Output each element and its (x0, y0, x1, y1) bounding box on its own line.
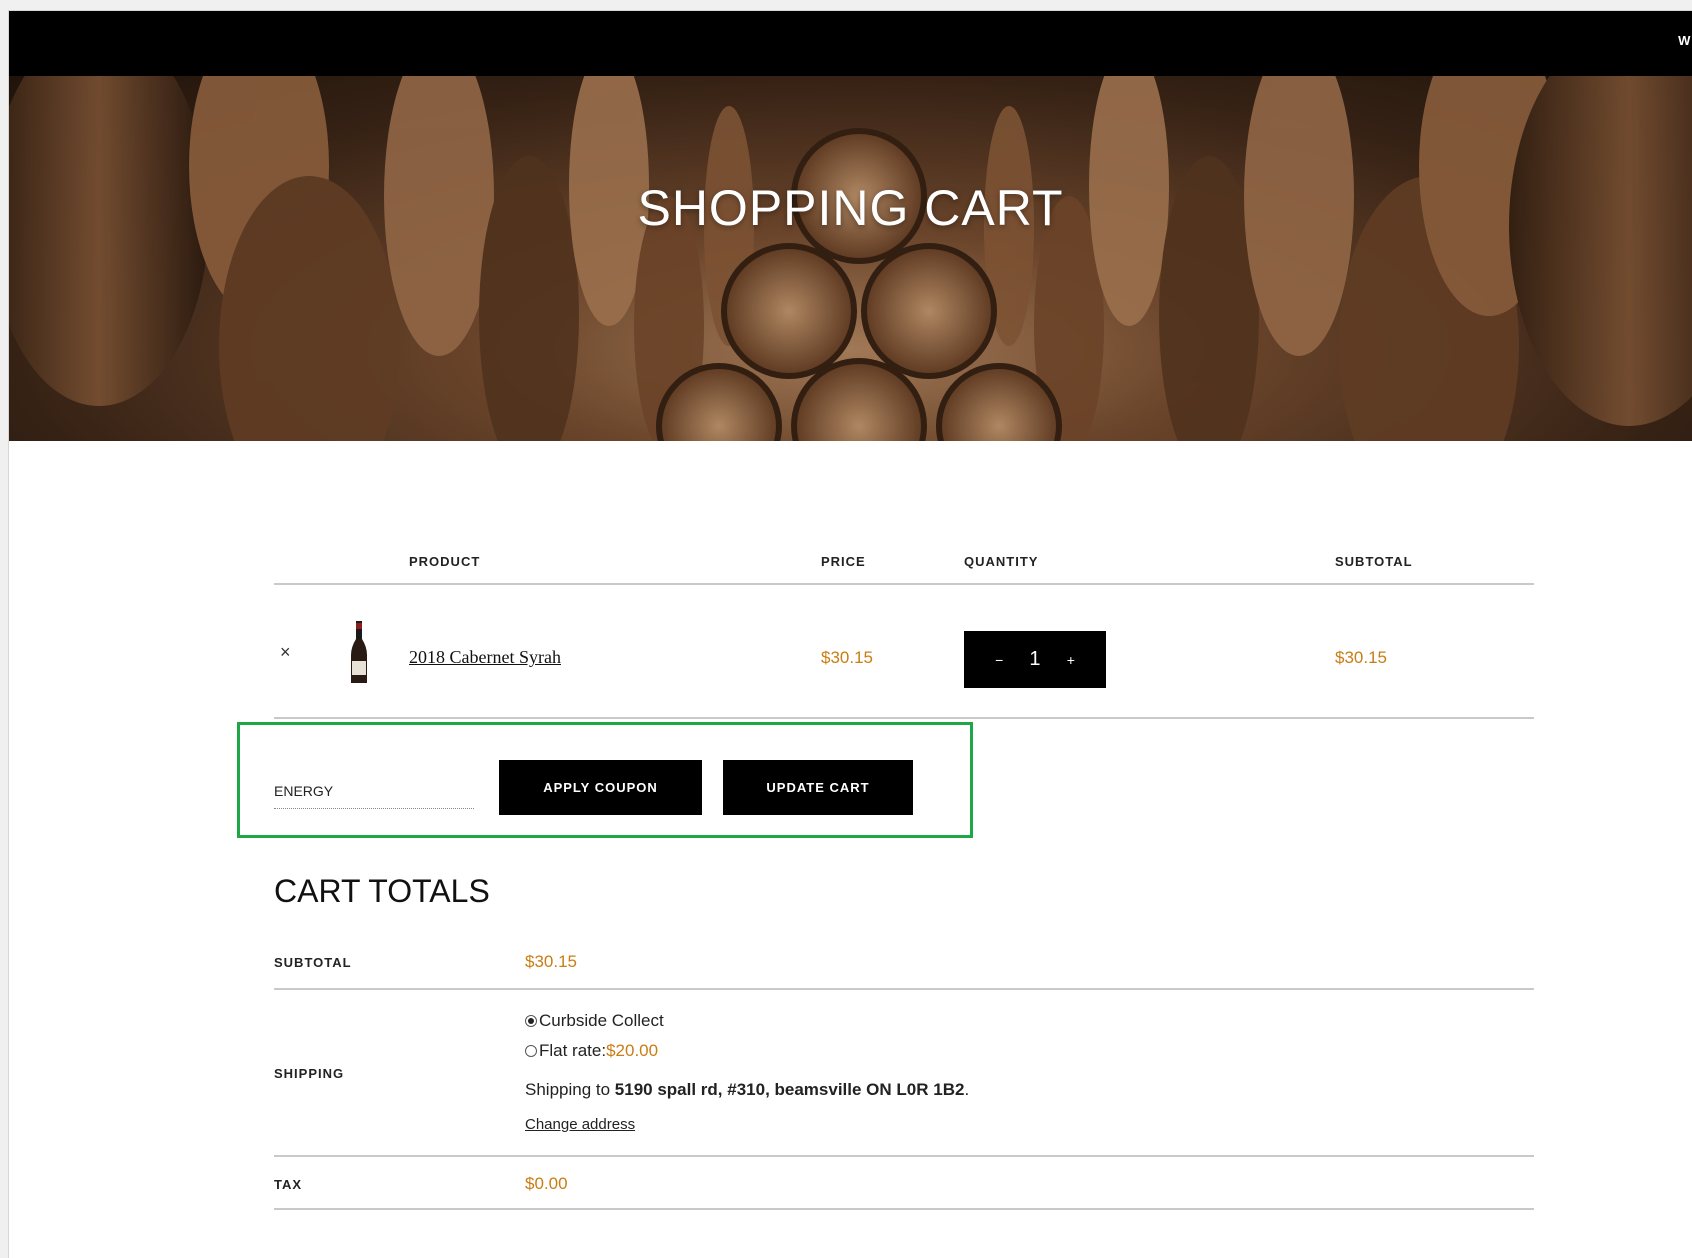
totals-subtotal-value: $30.15 (525, 952, 577, 971)
quantity-stepper: − 1 + (964, 631, 1106, 688)
shipping-option-flat-rate[interactable]: Flat rate: $20.00 (525, 1041, 658, 1061)
column-header-price: PRICE (821, 554, 866, 569)
shipping-to-prefix: Shipping to (525, 1080, 615, 1099)
tax-value: $0.00 (525, 1174, 568, 1193)
quantity-decrease-button[interactable]: − (995, 652, 1003, 668)
change-address-link[interactable]: Change address (525, 1116, 635, 1133)
subtotal-divider (274, 988, 1534, 990)
tax-divider (274, 1208, 1534, 1210)
shipping-option-curbside-label: Curbside Collect (539, 1011, 664, 1030)
top-bar: WI (9, 11, 1692, 76)
quantity-increase-button[interactable]: + (1067, 652, 1075, 668)
hero-banner: SHOPPING CART (9, 76, 1692, 441)
header-divider (274, 583, 1534, 585)
radio-selected-icon[interactable] (525, 1015, 537, 1027)
remove-item-icon[interactable]: × (280, 642, 291, 663)
shipping-option-curbside[interactable]: Curbside Collect (525, 1011, 664, 1031)
wine-bottle-thumbnail (351, 621, 367, 683)
product-name-link[interactable]: 2018 Cabernet Syrah (409, 647, 561, 668)
quantity-value[interactable]: 1 (1029, 648, 1040, 671)
shipping-option-flat-rate-label: Flat rate: (539, 1041, 607, 1060)
page-frame: WI (8, 10, 1692, 1258)
flat-rate-price: $20.00 (606, 1041, 659, 1060)
column-header-subtotal: SUBTOTAL (1335, 554, 1413, 569)
cart-totals-heading: CART TOTALS (274, 873, 490, 909)
radio-unselected-icon[interactable] (525, 1045, 537, 1057)
coupon-code-input[interactable] (274, 773, 474, 809)
column-header-product: PRODUCT (409, 554, 481, 569)
shipping-destination: Shipping to 5190 spall rd, #310, beamsvi… (525, 1080, 969, 1100)
shipping-divider (274, 1155, 1534, 1157)
apply-coupon-button[interactable]: APPLY COUPON (499, 760, 702, 815)
shipping-to-suffix: . (964, 1080, 970, 1099)
update-cart-button[interactable]: UPDATE CART (723, 760, 913, 815)
barrels-background (9, 76, 1692, 441)
item-price: $30.15 (821, 648, 873, 667)
shipping-address: 5190 spall rd, #310, beamsville ON L0R 1… (614, 1080, 965, 1099)
shipping-label: SHIPPING (274, 1066, 345, 1081)
row-divider (274, 717, 1534, 719)
page-title: SHOPPING CART (637, 180, 1064, 236)
item-subtotal: $30.15 (1335, 648, 1387, 667)
column-header-quantity: QUANTITY (964, 554, 1039, 569)
top-bar-text[interactable]: WI (1678, 33, 1692, 48)
tax-label: TAX (274, 1177, 303, 1192)
totals-subtotal-label: SUBTOTAL (274, 955, 352, 970)
